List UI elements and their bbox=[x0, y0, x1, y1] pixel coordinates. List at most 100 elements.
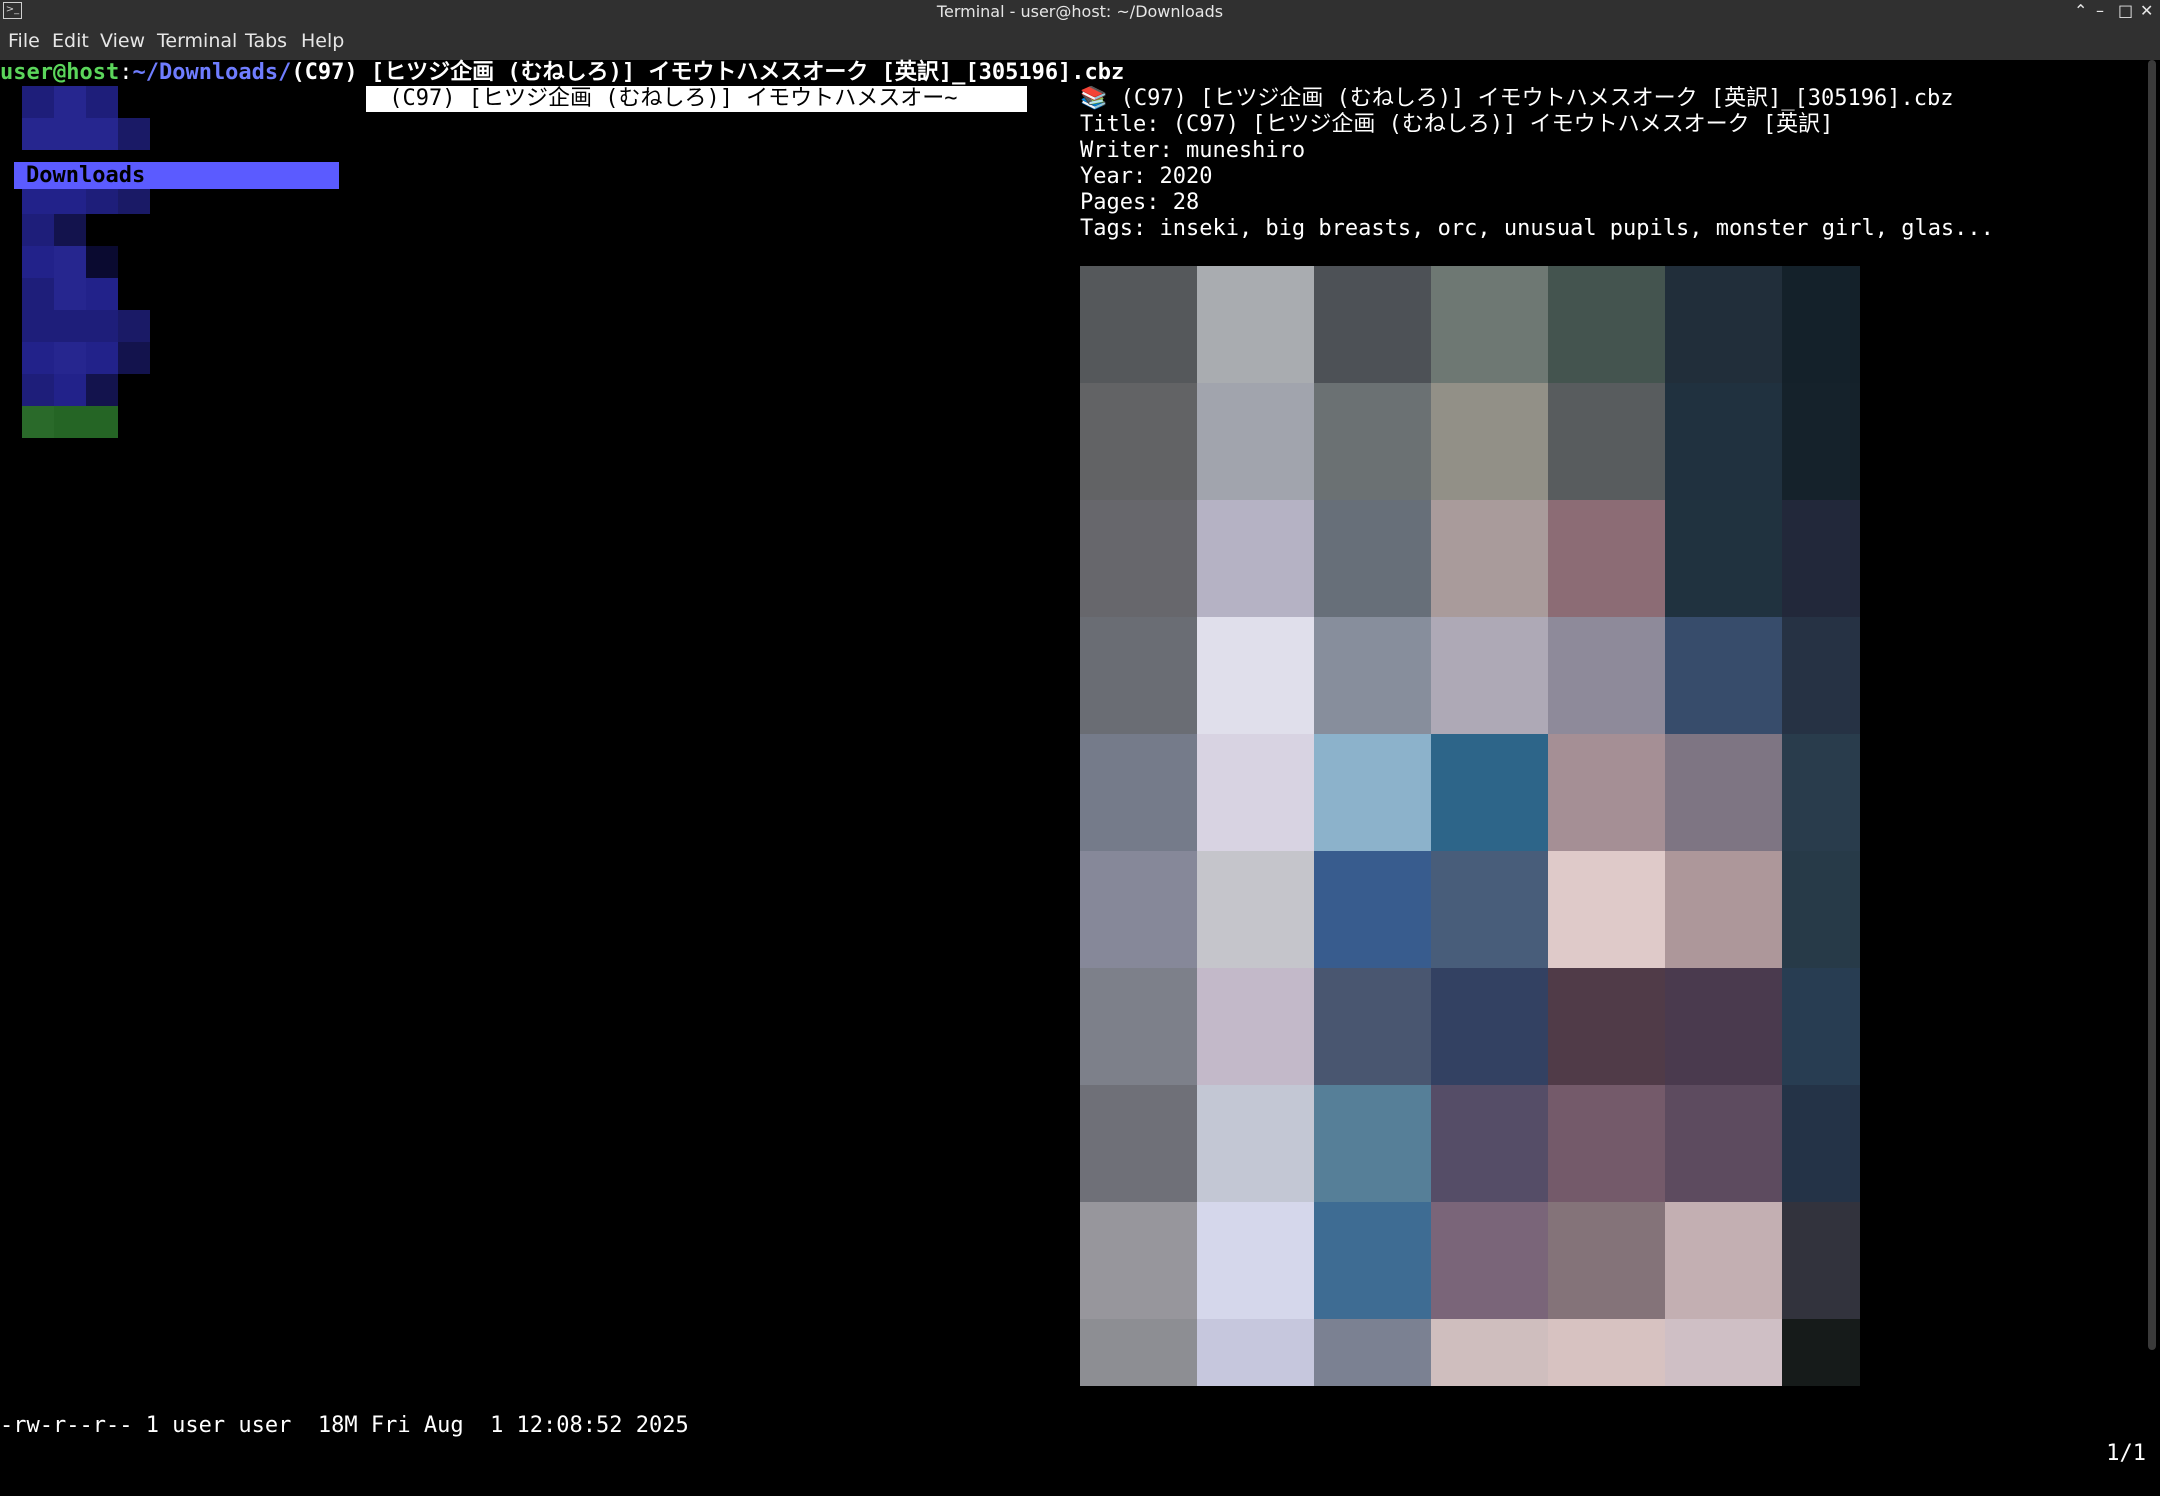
cover-pixel bbox=[1431, 734, 1548, 851]
cover-pixel bbox=[1782, 734, 1860, 851]
menu-view[interactable]: View bbox=[100, 30, 145, 52]
window-titlebar: >_ Terminal - user@host: ~/Downloads ⌃ –… bbox=[0, 0, 2160, 22]
close-button[interactable]: ✕ bbox=[2140, 0, 2153, 22]
thumbnail-pixel bbox=[22, 86, 54, 118]
thumbnail-pixel bbox=[22, 374, 54, 406]
cover-pixel bbox=[1782, 1202, 1860, 1319]
thumbnail-pixel bbox=[118, 214, 150, 246]
preview-pages: Pages: 28 bbox=[1080, 190, 1200, 215]
cover-pixel bbox=[1665, 1202, 1782, 1319]
prompt-path: ~/Downloads/ bbox=[132, 60, 292, 85]
cover-pixel bbox=[1782, 383, 1860, 500]
thumbnail-pixel bbox=[54, 406, 86, 438]
minimize-up-icon[interactable]: ⌃ bbox=[2074, 0, 2087, 22]
menu-tabs[interactable]: Tabs bbox=[245, 30, 287, 52]
cover-pixel bbox=[1314, 851, 1431, 968]
cover-pixel bbox=[1080, 500, 1197, 617]
cover-pixel bbox=[1548, 617, 1665, 734]
sidebar-item-downloads[interactable]: Downloads bbox=[14, 162, 339, 189]
cover-pixel bbox=[1548, 734, 1665, 851]
thumbnail-pixel bbox=[86, 278, 118, 310]
cover-pixel bbox=[1197, 1085, 1314, 1202]
cover-pixel bbox=[1197, 734, 1314, 851]
cover-pixel bbox=[1314, 500, 1431, 617]
terminal-area[interactable]: user@host:~/Downloads/(C97) [ヒツジ企画 (むねしろ… bbox=[0, 60, 2160, 1466]
thumbnail-pixel bbox=[118, 246, 150, 278]
thumbnail-pixel bbox=[54, 86, 86, 118]
cover-pixel bbox=[1665, 383, 1782, 500]
cover-pixel bbox=[1782, 500, 1860, 617]
prompt-colon: : bbox=[119, 60, 133, 85]
cover-pixel bbox=[1665, 617, 1782, 734]
thumbnail-pixel bbox=[86, 246, 118, 278]
cover-pixel bbox=[1782, 266, 1860, 383]
thumbnail-pixel bbox=[54, 310, 86, 342]
cover-pixel bbox=[1197, 500, 1314, 617]
cover-pixel bbox=[1782, 851, 1860, 968]
cover-pixel bbox=[1431, 1319, 1548, 1386]
thumbnail-pixel bbox=[86, 406, 118, 438]
cover-pixel bbox=[1665, 500, 1782, 617]
cover-pixel bbox=[1080, 851, 1197, 968]
cover-pixel bbox=[1431, 851, 1548, 968]
cover-pixel bbox=[1314, 617, 1431, 734]
status-bar: -rw-r--r-- 1 user user 18M Fri Aug 1 12:… bbox=[0, 1384, 2160, 1466]
cover-pixel bbox=[1431, 266, 1548, 383]
preview-year: Year: 2020 bbox=[1080, 164, 1213, 189]
thumbnail-pixel bbox=[86, 118, 118, 150]
thumbnail-pixel bbox=[86, 310, 118, 342]
minimize-button[interactable]: – bbox=[2096, 0, 2104, 22]
cover-pixel bbox=[1080, 1202, 1197, 1319]
parent-directory-thumbnail bbox=[22, 86, 150, 510]
preview-title: Title: (C97) [ヒツジ企画 (むねしろ)] イモウトハメスオーク [… bbox=[1080, 112, 1834, 137]
menu-bar: File Edit View Terminal Tabs Help bbox=[0, 22, 2160, 60]
cover-pixel bbox=[1431, 1202, 1548, 1319]
cover-pixel bbox=[1080, 734, 1197, 851]
cover-pixel bbox=[1197, 968, 1314, 1085]
cover-pixel bbox=[1665, 1319, 1782, 1386]
cover-pixel bbox=[1080, 266, 1197, 383]
prompt-user-host: user@host bbox=[0, 60, 120, 85]
cover-pixel bbox=[1314, 1085, 1431, 1202]
cover-pixel bbox=[1314, 266, 1431, 383]
cover-pixel bbox=[1314, 734, 1431, 851]
thumbnail-pixel bbox=[54, 246, 86, 278]
cover-pixel bbox=[1314, 383, 1431, 500]
cover-pixel bbox=[1080, 617, 1197, 734]
thumbnail-pixel bbox=[22, 246, 54, 278]
thumbnail-pixel bbox=[118, 406, 150, 438]
cover-image-preview bbox=[1080, 266, 1860, 1446]
file-position-status: 1/1 bbox=[2106, 1441, 2146, 1466]
cover-pixel bbox=[1197, 266, 1314, 383]
menu-terminal[interactable]: Terminal bbox=[157, 30, 237, 52]
terminal-scrollbar[interactable] bbox=[2148, 60, 2156, 1350]
cover-pixel bbox=[1080, 383, 1197, 500]
cover-pixel bbox=[1197, 383, 1314, 500]
cover-pixel bbox=[1548, 1085, 1665, 1202]
thumbnail-pixel bbox=[22, 310, 54, 342]
file-list-selected-item[interactable]: (C97) [ヒツジ企画 (むねしろ)] イモウトハメスオー~ bbox=[366, 86, 1027, 112]
cover-pixel bbox=[1782, 968, 1860, 1085]
menu-file[interactable]: File bbox=[8, 30, 40, 52]
cover-pixel bbox=[1431, 617, 1548, 734]
cover-pixel bbox=[1080, 1085, 1197, 1202]
thumbnail-pixel bbox=[86, 342, 118, 374]
cover-pixel bbox=[1665, 851, 1782, 968]
cover-pixel bbox=[1665, 266, 1782, 383]
menu-help[interactable]: Help bbox=[301, 30, 344, 52]
prompt-current-file: (C97) [ヒツジ企画 (むねしろ)] イモウトハメスオーク [英訳]_[30… bbox=[291, 60, 1125, 85]
cover-pixel bbox=[1197, 617, 1314, 734]
maximize-button[interactable]: □ bbox=[2118, 0, 2133, 22]
cover-pixel bbox=[1782, 1085, 1860, 1202]
cover-pixel bbox=[1431, 968, 1548, 1085]
menu-edit[interactable]: Edit bbox=[52, 30, 89, 52]
cover-pixel bbox=[1782, 1319, 1860, 1386]
cover-pixel bbox=[1548, 851, 1665, 968]
thumbnail-pixel bbox=[54, 374, 86, 406]
cover-pixel bbox=[1665, 734, 1782, 851]
cover-pixel bbox=[1431, 500, 1548, 617]
cover-pixel bbox=[1548, 1202, 1665, 1319]
cover-pixel bbox=[1782, 617, 1860, 734]
cover-pixel bbox=[1431, 1085, 1548, 1202]
cover-pixel bbox=[1080, 1319, 1197, 1386]
